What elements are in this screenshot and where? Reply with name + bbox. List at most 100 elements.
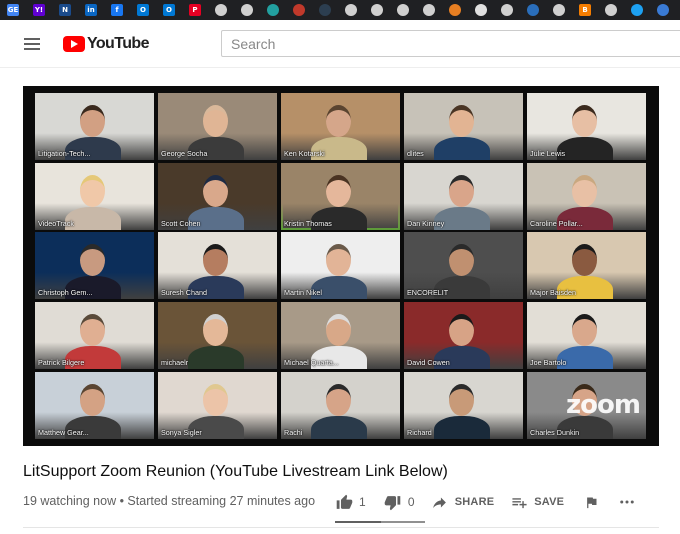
participant-name: VideoTrack: [38, 219, 74, 228]
more-horiz-icon: [618, 493, 636, 511]
participant-body: [434, 137, 490, 160]
participant-tile: Patrick Bilgere: [35, 302, 154, 369]
participant-head: [80, 175, 105, 207]
bookmark-icon[interactable]: [501, 4, 513, 16]
participant-body: [557, 137, 613, 160]
participant-tile: Caroline Pollar...: [527, 163, 646, 230]
linkedin-icon[interactable]: in: [85, 4, 97, 16]
report-button[interactable]: [582, 489, 600, 515]
news-icon[interactable]: N: [59, 4, 71, 16]
bookmark-icon[interactable]: [423, 4, 435, 16]
participant-name: George Socha: [161, 149, 208, 158]
participant-head: [572, 314, 597, 346]
search-placeholder: Search: [231, 36, 276, 52]
video-actions: 1 0 SHARE SAVE: [335, 489, 636, 515]
participant-name: Scott Cohen: [161, 219, 201, 228]
bookmark-icon[interactable]: [319, 4, 331, 16]
bookmark-icon[interactable]: [527, 4, 539, 16]
participant-head: [449, 175, 474, 207]
participant-head: [572, 105, 597, 137]
bookmark-icon[interactable]: [345, 4, 357, 16]
participant-name: Richard: [407, 428, 432, 437]
participant-head: [80, 105, 105, 137]
like-button[interactable]: 1: [335, 489, 366, 515]
bookmark-icon[interactable]: [449, 4, 461, 16]
bookmark-icon[interactable]: [605, 4, 617, 16]
participant-tile: Ken Kotarski: [281, 93, 400, 160]
participant-tile: VideoTrack: [35, 163, 154, 230]
bookmark-icon[interactable]: [241, 4, 253, 16]
like-count: 1: [359, 495, 366, 509]
zoom-watermark: zoom: [566, 390, 641, 420]
participant-tile: Julie Lewis: [527, 93, 646, 160]
playlist-add-icon: [510, 493, 528, 511]
participant-name: Martin Nikel: [284, 288, 322, 297]
share-icon: [431, 493, 449, 511]
participant-head: [326, 314, 351, 346]
twitter-icon[interactable]: [631, 4, 643, 16]
bookmark-icon[interactable]: [475, 4, 487, 16]
yahoo-icon[interactable]: Y!: [33, 4, 45, 16]
bookmark-icon[interactable]: [215, 4, 227, 16]
video-meta: 19 watching now • Started streaming 27 m…: [23, 494, 316, 508]
video-player[interactable]: Litigation-Tech... George Socha Ken Kotars…: [23, 86, 659, 446]
divider: [23, 527, 659, 528]
participant-head: [80, 314, 105, 346]
participant-head: [449, 105, 474, 137]
participant-name: Julie Lewis: [530, 149, 566, 158]
participant-head: [80, 384, 105, 416]
outlook-icon[interactable]: O: [137, 4, 149, 16]
participant-head: [80, 244, 105, 276]
participant-name: Caroline Pollar...: [530, 219, 583, 228]
dislike-button[interactable]: 0: [384, 489, 415, 515]
bookmark-icon[interactable]: [657, 4, 669, 16]
participant-body: [434, 416, 490, 439]
participant-tile: George Socha: [158, 93, 277, 160]
participant-head: [203, 175, 228, 207]
bookmark-icon[interactable]: [553, 4, 565, 16]
participant-head: [203, 384, 228, 416]
participant-body: [311, 416, 367, 439]
outlook-icon[interactable]: O: [163, 4, 175, 16]
participant-name: Patrick Bilgere: [38, 358, 85, 367]
participant-name: Charles Dunkin: [530, 428, 580, 437]
blogger-icon[interactable]: B: [579, 4, 591, 16]
sentiment-bar: [335, 521, 425, 523]
participant-name: Christoph Gem...: [38, 288, 93, 297]
youtube-logo[interactable]: YouTube: [63, 35, 149, 53]
bookmarks-bar: GE Y! Nin f O O P B: [0, 0, 680, 20]
more-actions-button[interactable]: [618, 489, 636, 515]
flag-icon: [582, 493, 600, 511]
participant-tile: ENCORELIT: [404, 232, 523, 299]
search-input[interactable]: Search: [221, 30, 680, 57]
bookmark-icon[interactable]: [293, 4, 305, 16]
participant-tile: Dan Kinney: [404, 163, 523, 230]
participant-name: Dan Kinney: [407, 219, 445, 228]
pinterest-icon[interactable]: P: [189, 4, 201, 16]
participant-head: [203, 244, 228, 276]
google-icon[interactable]: GE: [7, 4, 19, 16]
participant-tile: Litigation-Tech...: [35, 93, 154, 160]
facebook-icon[interactable]: f: [111, 4, 123, 16]
bookmark-icon[interactable]: [267, 4, 279, 16]
bookmark-icon[interactable]: [397, 4, 409, 16]
participant-name: Ken Kotarski: [284, 149, 325, 158]
thumbs-up-icon: [335, 493, 353, 511]
save-button[interactable]: SAVE: [510, 489, 564, 515]
participant-head: [326, 244, 351, 276]
menu-icon[interactable]: [24, 38, 40, 50]
participant-head: [572, 244, 597, 276]
bookmark-icon[interactable]: [371, 4, 383, 16]
share-label: SHARE: [454, 496, 495, 508]
logo-text: YouTube: [87, 35, 149, 52]
participant-head: [326, 105, 351, 137]
share-button[interactable]: SHARE: [431, 489, 495, 515]
participant-tile: Martin Nikel: [281, 232, 400, 299]
masthead: YouTube Search: [0, 20, 680, 68]
participant-name: ENCORELIT: [407, 288, 449, 297]
participant-name: Litigation-Tech...: [38, 149, 91, 158]
participant-head: [449, 314, 474, 346]
participant-tile: David Cowen: [404, 302, 523, 369]
participant-head: [203, 105, 228, 137]
participant-tile: dlites: [404, 93, 523, 160]
